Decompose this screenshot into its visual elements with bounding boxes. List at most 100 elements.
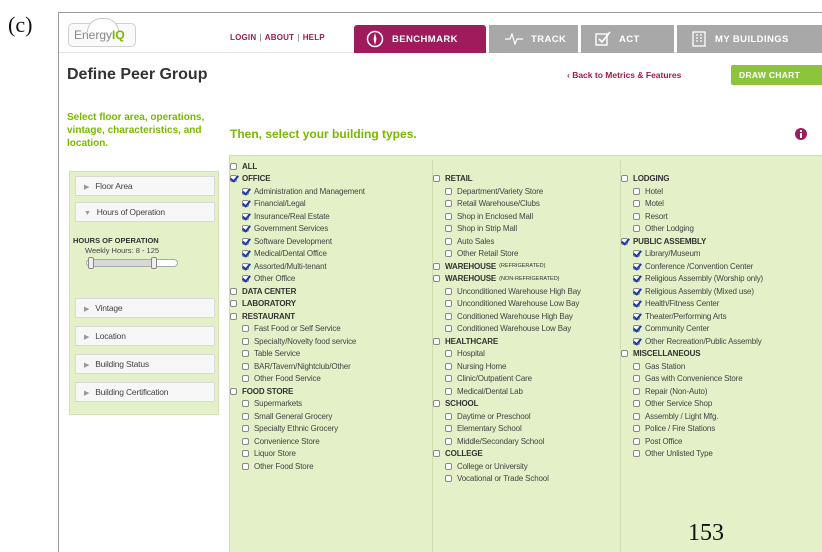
sidebar-item-building-status[interactable]: ▶ Building Status <box>75 354 215 374</box>
checkbox[interactable] <box>633 212 640 220</box>
building-type-option-laboratory[interactable]: LABORATORY <box>230 298 426 311</box>
checkbox[interactable] <box>445 237 452 245</box>
checkbox[interactable] <box>445 225 452 233</box>
building-type-option-other-unlisted-type[interactable]: Other Unlisted Type <box>621 448 822 461</box>
building-type-option-bar-tavern-nightclub-other[interactable]: BAR/Tavern/Nightclub/Other <box>230 360 426 373</box>
sidebar-item-floor-area[interactable]: ▶ Floor Area <box>75 176 215 196</box>
checkbox[interactable] <box>242 262 249 270</box>
info-icon[interactable] <box>794 127 808 141</box>
checkbox[interactable] <box>633 250 640 258</box>
building-type-option-police-fire-stations[interactable]: Police / Fire Stations <box>621 423 822 436</box>
checkbox[interactable] <box>242 237 249 245</box>
building-type-option-repair-non-auto[interactable]: Repair (Non-Auto) <box>621 385 822 398</box>
building-type-option-other-retail-store[interactable]: Other Retail Store <box>433 248 617 261</box>
building-type-option-software-development[interactable]: Software Development <box>230 235 426 248</box>
building-type-option-resort[interactable]: Resort <box>621 210 822 223</box>
checkbox[interactable] <box>242 400 249 408</box>
checkbox[interactable] <box>242 250 249 258</box>
tab-my-buildings[interactable]: MY BUILDINGS <box>677 25 822 53</box>
checkbox[interactable] <box>445 462 452 470</box>
checkbox[interactable] <box>230 175 237 183</box>
building-type-option-unconditioned-warehouse-high-bay[interactable]: Unconditioned Warehouse High Bay <box>433 285 617 298</box>
checkbox[interactable] <box>633 387 640 395</box>
checkbox[interactable] <box>445 475 452 483</box>
checkbox[interactable] <box>633 225 640 233</box>
building-type-option-small-general-grocery[interactable]: Small General Grocery <box>230 410 426 423</box>
checkbox[interactable] <box>445 387 452 395</box>
checkbox[interactable] <box>633 337 640 345</box>
weekly-hours-slider[interactable] <box>86 257 178 269</box>
checkbox[interactable] <box>242 450 249 458</box>
building-type-option-conditioned-warehouse-high-bay[interactable]: Conditioned Warehouse High Bay <box>433 310 617 323</box>
checkbox[interactable] <box>633 275 640 283</box>
checkbox[interactable] <box>621 350 628 358</box>
checkbox[interactable] <box>242 425 249 433</box>
building-type-option-data-center[interactable]: DATA CENTER <box>230 285 426 298</box>
building-type-option-religious-assembly-mixed-use[interactable]: Religious Assembly (Mixed use) <box>621 285 822 298</box>
checkbox[interactable] <box>445 437 452 445</box>
checkbox[interactable] <box>633 425 640 433</box>
building-type-option-specialty-ethnic-grocery[interactable]: Specialty Ethnic Grocery <box>230 423 426 436</box>
checkbox[interactable] <box>445 312 452 320</box>
building-type-option-school[interactable]: SCHOOL <box>433 398 617 411</box>
building-type-option-unconditioned-warehouse-low-bay[interactable]: Unconditioned Warehouse Low Bay <box>433 298 617 311</box>
checkbox[interactable] <box>633 437 640 445</box>
building-type-option-other-service-shop[interactable]: Other Service Shop <box>621 398 822 411</box>
building-type-option-religious-assembly-worship-only[interactable]: Religious Assembly (Worship only) <box>621 273 822 286</box>
checkbox[interactable] <box>633 400 640 408</box>
checkbox[interactable] <box>433 400 440 408</box>
building-type-option-miscellaneous[interactable]: MISCELLANEOUS <box>621 348 822 361</box>
building-type-option-retail-warehouse-clubs[interactable]: Retail Warehouse/Clubs <box>433 198 617 211</box>
checkbox[interactable] <box>445 350 452 358</box>
building-type-option-vocational-or-trade-school[interactable]: Vocational or Trade School <box>433 473 617 486</box>
building-type-option-food-store[interactable]: FOOD STORE <box>230 385 426 398</box>
help-link[interactable]: HELP <box>303 33 325 42</box>
checkbox[interactable] <box>445 250 452 258</box>
building-type-option-hospital[interactable]: Hospital <box>433 348 617 361</box>
building-type-option-healthcare[interactable]: HEALTHCARE <box>433 335 617 348</box>
checkbox[interactable] <box>633 300 640 308</box>
building-type-option-medical-dental-lab[interactable]: Medical/Dental Lab <box>433 385 617 398</box>
building-type-option-conference-convention-center[interactable]: Conference /Convention Center <box>621 260 822 273</box>
checkbox[interactable] <box>242 350 249 358</box>
building-type-option-other-lodging[interactable]: Other Lodging <box>621 223 822 236</box>
building-type-option-motel[interactable]: Motel <box>621 198 822 211</box>
building-type-option-other-food-service[interactable]: Other Food Service <box>230 373 426 386</box>
building-type-option-library-museum[interactable]: Library/Museum <box>621 248 822 261</box>
building-type-option-lodging[interactable]: LODGING <box>621 173 822 186</box>
checkbox[interactable] <box>242 337 249 345</box>
checkbox[interactable] <box>433 262 440 270</box>
building-type-option-shop-in-enclosed-mall[interactable]: Shop in Enclosed Mall <box>433 210 617 223</box>
checkbox[interactable] <box>242 462 249 470</box>
checkbox[interactable] <box>633 262 640 270</box>
login-link[interactable]: LOGIN <box>230 33 256 42</box>
building-type-option-convenience-store[interactable]: Convenience Store <box>230 435 426 448</box>
building-type-option-other-food-store[interactable]: Other Food Store <box>230 460 426 473</box>
building-type-option-college[interactable]: COLLEGE <box>433 448 617 461</box>
energyiq-logo[interactable]: EnergyIQ <box>68 18 136 47</box>
building-type-option-medical-dental-office[interactable]: Medical/Dental Office <box>230 248 426 261</box>
checkbox[interactable] <box>242 225 249 233</box>
building-type-option-other-office[interactable]: Other Office <box>230 273 426 286</box>
sidebar-item-location[interactable]: ▶ Location <box>75 326 215 346</box>
checkbox[interactable] <box>242 437 249 445</box>
checkbox[interactable] <box>230 312 237 320</box>
checkbox[interactable] <box>621 175 628 183</box>
building-type-option-government-services[interactable]: Government Services <box>230 223 426 236</box>
building-type-option-restaurant[interactable]: RESTAURANT <box>230 310 426 323</box>
checkbox[interactable] <box>633 412 640 420</box>
building-type-option-specialty-novelty-food-service[interactable]: Specialty/Novelty food service <box>230 335 426 348</box>
checkbox[interactable] <box>633 375 640 383</box>
checkbox[interactable] <box>242 375 249 383</box>
building-type-option-financial-legal[interactable]: Financial/Legal <box>230 198 426 211</box>
checkbox[interactable] <box>242 412 249 420</box>
checkbox[interactable] <box>445 212 452 220</box>
checkbox[interactable] <box>230 300 237 308</box>
tab-track[interactable]: TRACK <box>489 25 578 53</box>
checkbox[interactable] <box>433 337 440 345</box>
building-type-option-retail[interactable]: RETAIL <box>433 173 617 186</box>
checkbox[interactable] <box>242 212 249 220</box>
building-type-option-elementary-school[interactable]: Elementary School <box>433 423 617 436</box>
sidebar-item-hours-of-operation[interactable]: ▼ Hours of Operation <box>75 202 215 222</box>
building-type-option-shop-in-strip-mall[interactable]: Shop in Strip Mall <box>433 223 617 236</box>
